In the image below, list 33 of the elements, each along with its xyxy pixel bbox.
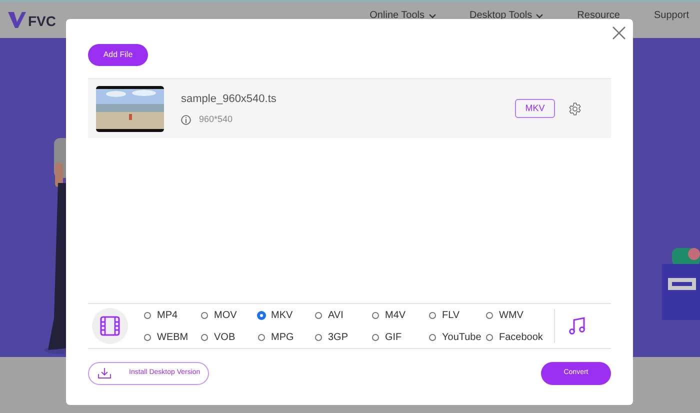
format-option[interactable]: MP4 xyxy=(144,308,201,322)
format-option[interactable]: GIF xyxy=(372,330,429,344)
video-icon[interactable] xyxy=(92,308,128,344)
box-drawing xyxy=(662,248,700,320)
nav-link[interactable]: Support xyxy=(654,11,689,21)
format-option[interactable]: MKV xyxy=(258,308,315,322)
logo-icon xyxy=(8,12,26,28)
chevron-down-icon[interactable] xyxy=(536,14,544,18)
add-file-button[interactable]: Add File xyxy=(88,44,148,66)
file-name: sample_960x540.ts xyxy=(181,92,276,106)
file-resolution: 960*540 xyxy=(199,113,233,126)
format-option[interactable]: FLV xyxy=(429,308,486,322)
format-option[interactable]: WEBM xyxy=(144,330,201,344)
logo-text: FVC xyxy=(28,14,56,28)
chevron-down-icon[interactable] xyxy=(428,14,436,18)
nav-link[interactable]: Desktop Tools xyxy=(470,11,544,21)
format-option[interactable]: MOV xyxy=(201,308,258,322)
format-button[interactable]: MKV xyxy=(515,99,555,118)
close-icon[interactable] xyxy=(612,26,626,40)
settings-icon[interactable] xyxy=(568,102,582,116)
nav-link[interactable]: Resource xyxy=(577,11,620,21)
format-option[interactable]: VOB xyxy=(201,330,258,344)
format-option[interactable]: Facebook xyxy=(486,330,546,344)
nav-link[interactable]: Online Tools xyxy=(370,11,436,21)
format-option[interactable]: 3GP xyxy=(315,330,372,344)
format-option[interactable]: WMV xyxy=(486,308,546,322)
info-icon[interactable] xyxy=(181,114,191,125)
format-option[interactable]: YouTube xyxy=(429,330,486,344)
format-option[interactable]: MPG xyxy=(258,330,315,344)
format-option[interactable]: AVI xyxy=(315,308,372,322)
music-icon[interactable] xyxy=(567,316,587,336)
download-icon xyxy=(98,368,111,379)
format-option[interactable]: M4V xyxy=(372,308,429,322)
